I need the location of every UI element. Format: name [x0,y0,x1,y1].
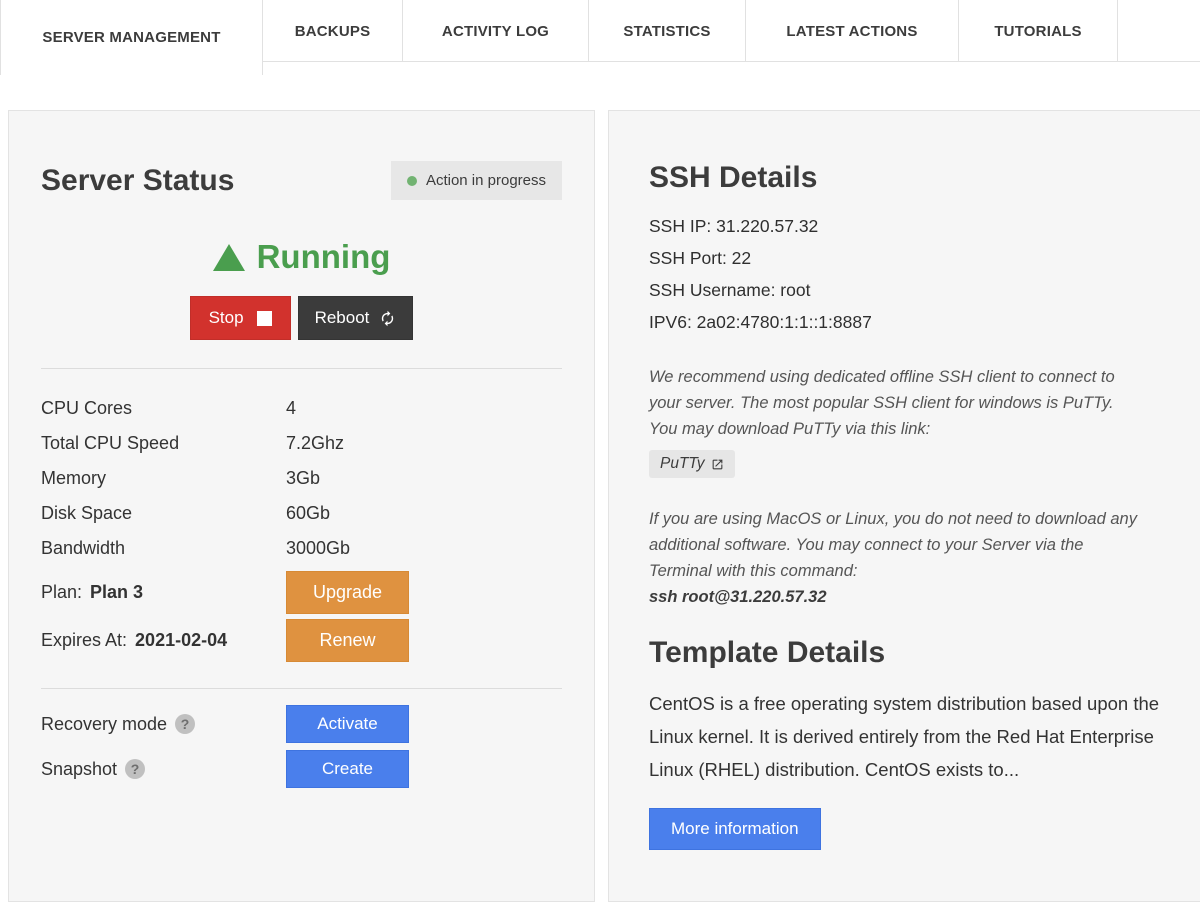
expires-value: 2021-02-04 [135,630,227,651]
spec-row-cpu-speed: Total CPU Speed 7.2Ghz [41,426,562,461]
ssh-username: SSH Username: root [649,274,1161,306]
tab-bar: SERVER MANAGEMENT BACKUPS ACTIVITY LOG S… [0,0,1200,75]
server-specs: CPU Cores 4 Total CPU Speed 7.2Ghz Memor… [41,391,562,566]
action-in-progress-badge: Action in progress [391,161,562,200]
reboot-button[interactable]: Reboot [298,296,414,340]
activate-recovery-button[interactable]: Activate [286,705,409,743]
server-status-header: Server Status Action in progress [41,161,562,200]
server-status-panel: Server Status Action in progress Running… [8,110,595,902]
power-actions: Stop Reboot [41,296,562,340]
renew-button[interactable]: Renew [286,619,409,662]
spec-row-memory: Memory 3Gb [41,461,562,496]
plan-label: Plan: Plan 3 [41,582,286,603]
help-icon[interactable] [175,714,195,734]
ssh-details-title: SSH Details [649,161,1161,194]
plan-label-text: Plan: [41,582,82,603]
create-snapshot-button[interactable]: Create [286,750,409,788]
spec-label: Memory [41,466,286,491]
stop-button[interactable]: Stop [190,296,291,340]
recovery-mode-label-text: Recovery mode [41,714,167,735]
status-up-triangle-icon [213,244,245,271]
ssh-ip: SSH IP: 31.220.57.32 [649,210,1161,242]
divider [41,368,562,369]
template-description: CentOS is a free operating system distri… [649,687,1161,786]
snapshot-label-text: Snapshot [41,759,117,780]
reboot-button-label: Reboot [315,308,370,328]
ssh-ipv6: IPV6: 2a02:4780:1:1::1:8887 [649,306,1161,338]
stop-icon [257,311,272,326]
status-label: Running [257,238,391,276]
plan-value: Plan 3 [90,582,143,603]
stop-button-label: Stop [209,308,244,328]
template-details-title: Template Details [649,636,1161,669]
spec-label: CPU Cores [41,396,286,421]
status-dot-icon [407,176,417,186]
tab-server-management[interactable]: SERVER MANAGEMENT [0,0,263,75]
spec-label: Bandwidth [41,536,286,561]
badge-label: Action in progress [426,172,546,189]
terminal-note: If you are using MacOS or Linux, you do … [649,506,1141,610]
spec-value: 60Gb [286,501,330,526]
plan-row: Plan: Plan 3 Upgrade [41,571,562,614]
putty-download-link[interactable]: PuTTy [649,450,735,478]
server-running-status: Running [41,238,562,276]
snapshot-label: Snapshot [41,759,286,780]
spec-value: 3Gb [286,466,320,491]
tab-tutorials[interactable]: TUTORIALS [959,0,1118,62]
tab-latest-actions[interactable]: LATEST ACTIONS [746,0,959,62]
more-information-button[interactable]: More information [649,808,821,850]
ssh-command: ssh root@31.220.57.32 [649,588,827,606]
ssh-port: SSH Port: 22 [649,242,1161,274]
divider [41,688,562,689]
spec-label: Disk Space [41,501,286,526]
spec-value: 4 [286,396,296,421]
tab-statistics[interactable]: STATISTICS [589,0,746,62]
spec-row-cpu-cores: CPU Cores 4 [41,391,562,426]
expires-label: Expires At: 2021-02-04 [41,630,286,651]
expires-row: Expires At: 2021-02-04 Renew [41,619,562,662]
tab-activity-log[interactable]: ACTIVITY LOG [403,0,589,62]
expires-label-text: Expires At: [41,630,127,651]
help-icon[interactable] [125,759,145,779]
spec-label: Total CPU Speed [41,431,286,456]
upgrade-button[interactable]: Upgrade [286,571,409,614]
recovery-mode-label: Recovery mode [41,714,286,735]
spec-row-disk-space: Disk Space 60Gb [41,496,562,531]
ssh-details-panel: SSH Details SSH IP: 31.220.57.32 SSH Por… [608,110,1200,902]
spec-value: 7.2Ghz [286,431,344,456]
external-link-icon [711,458,724,471]
recovery-mode-row: Recovery mode Activate [41,705,562,743]
ssh-info: SSH IP: 31.220.57.32 SSH Port: 22 SSH Us… [649,210,1161,338]
tab-backups[interactable]: BACKUPS [263,0,403,62]
terminal-note-text: If you are using MacOS or Linux, you do … [649,510,1137,580]
spec-row-bandwidth: Bandwidth 3000Gb [41,531,562,566]
putty-link-label: PuTTy [660,455,705,473]
snapshot-row: Snapshot Create [41,750,562,788]
server-status-title: Server Status [41,164,234,197]
spec-value: 3000Gb [286,536,350,561]
putty-note: We recommend using dedicated offline SSH… [649,364,1141,442]
refresh-icon [379,310,396,327]
